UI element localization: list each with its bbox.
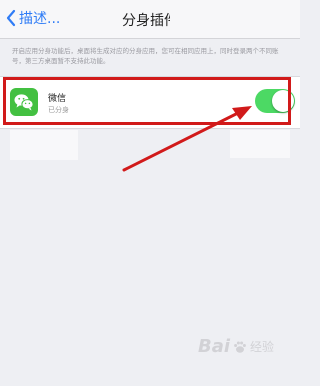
paw-icon [234, 341, 246, 353]
annotation-arrow [122, 106, 252, 172]
blank-area-right [230, 130, 290, 158]
watermark: Bai 经验 [198, 336, 274, 357]
blank-area-left [10, 130, 78, 160]
watermark-suffix: 经验 [250, 340, 275, 354]
watermark-brand: Bai [198, 336, 231, 357]
